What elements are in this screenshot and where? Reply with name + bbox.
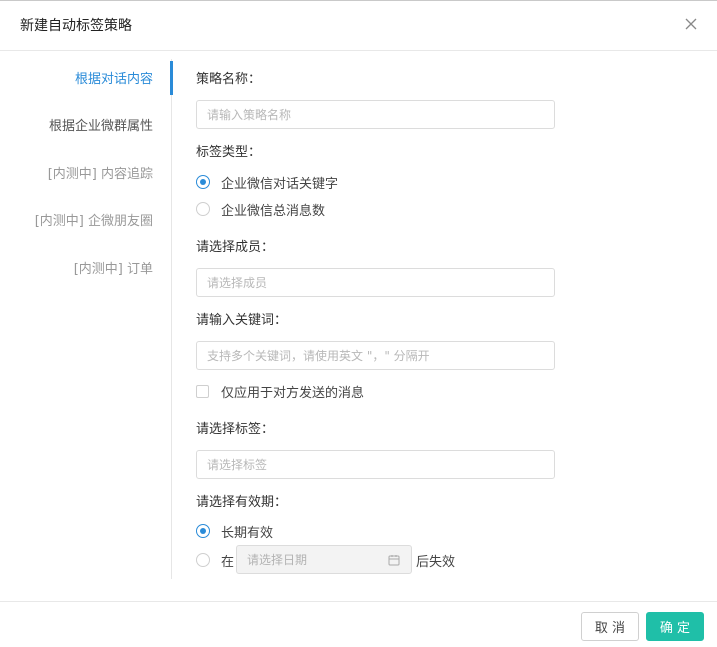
radio-checked-icon[interactable] [196,524,210,538]
sidebar-item-orders[interactable]: [内测中] 订单 [74,258,153,277]
tag-type-option-label: 企业微信对话关键字 [221,176,339,192]
validity-option-until-date[interactable]: 在 [196,551,235,570]
strategy-name-input[interactable] [196,100,555,129]
radio-unchecked-icon[interactable] [196,553,210,567]
tag-type-label: 标签类型： [196,145,262,160]
tags-label: 请选择标签： [196,422,275,437]
active-indicator [170,61,173,95]
dialog-footer: 取 消 确 定 [0,601,717,647]
sidebar-item-group-attributes[interactable]: 根据企业微群属性 [49,115,153,134]
calendar-icon[interactable] [388,554,400,569]
radio-unchecked-icon[interactable] [196,202,210,216]
date-placeholder: 请选择日期 [247,553,308,567]
tags-select[interactable] [196,450,555,479]
strategy-type-sidebar: 根据对话内容 根据企业微群属性 [内测中] 内容追踪 [内测中] 企微朋友圈 [… [0,59,173,579]
sidebar-item-dialog-content[interactable]: 根据对话内容 [75,68,153,87]
validity-option-label: 在 [221,554,235,570]
validity-label: 请选择有效期： [196,495,288,510]
date-suffix: 后失效 [416,555,456,570]
new-auto-tag-strategy-dialog: 新建自动标签策略 根据对话内容 根据企业微群属性 [内测中] 内容追踪 [内测中… [0,0,717,647]
dialog-title: 新建自动标签策略 [20,18,132,34]
validity-option-long-term[interactable]: 长期有效 [196,522,274,541]
tag-type-option-message-count[interactable]: 企业微信总消息数 [196,200,326,219]
cancel-button[interactable]: 取 消 [581,612,639,641]
sidebar-item-content-tracking[interactable]: [内测中] 内容追踪 [48,163,153,182]
only-other-party-checkbox-row[interactable]: 仅应用于对方发送的消息 [196,382,364,401]
dialog-header: 新建自动标签策略 [0,1,717,51]
only-other-party-label: 仅应用于对方发送的消息 [221,386,365,401]
strategy-name-label: 策略名称： [196,72,262,87]
members-select[interactable] [196,268,555,297]
expiry-date-picker[interactable]: 请选择日期 [236,545,412,574]
keywords-input[interactable] [196,341,555,370]
only-other-party-checkbox[interactable] [196,385,209,398]
members-label: 请选择成员： [196,240,275,255]
close-icon[interactable] [683,16,699,32]
tag-type-option-label: 企业微信总消息数 [221,203,326,219]
sidebar-item-moments[interactable]: [内测中] 企微朋友圈 [35,210,153,229]
tag-type-option-keyword[interactable]: 企业微信对话关键字 [196,173,339,192]
radio-checked-icon[interactable] [196,175,210,189]
confirm-button[interactable]: 确 定 [646,612,704,641]
keywords-label: 请输入关键词： [196,313,288,328]
validity-option-label: 长期有效 [221,525,274,541]
